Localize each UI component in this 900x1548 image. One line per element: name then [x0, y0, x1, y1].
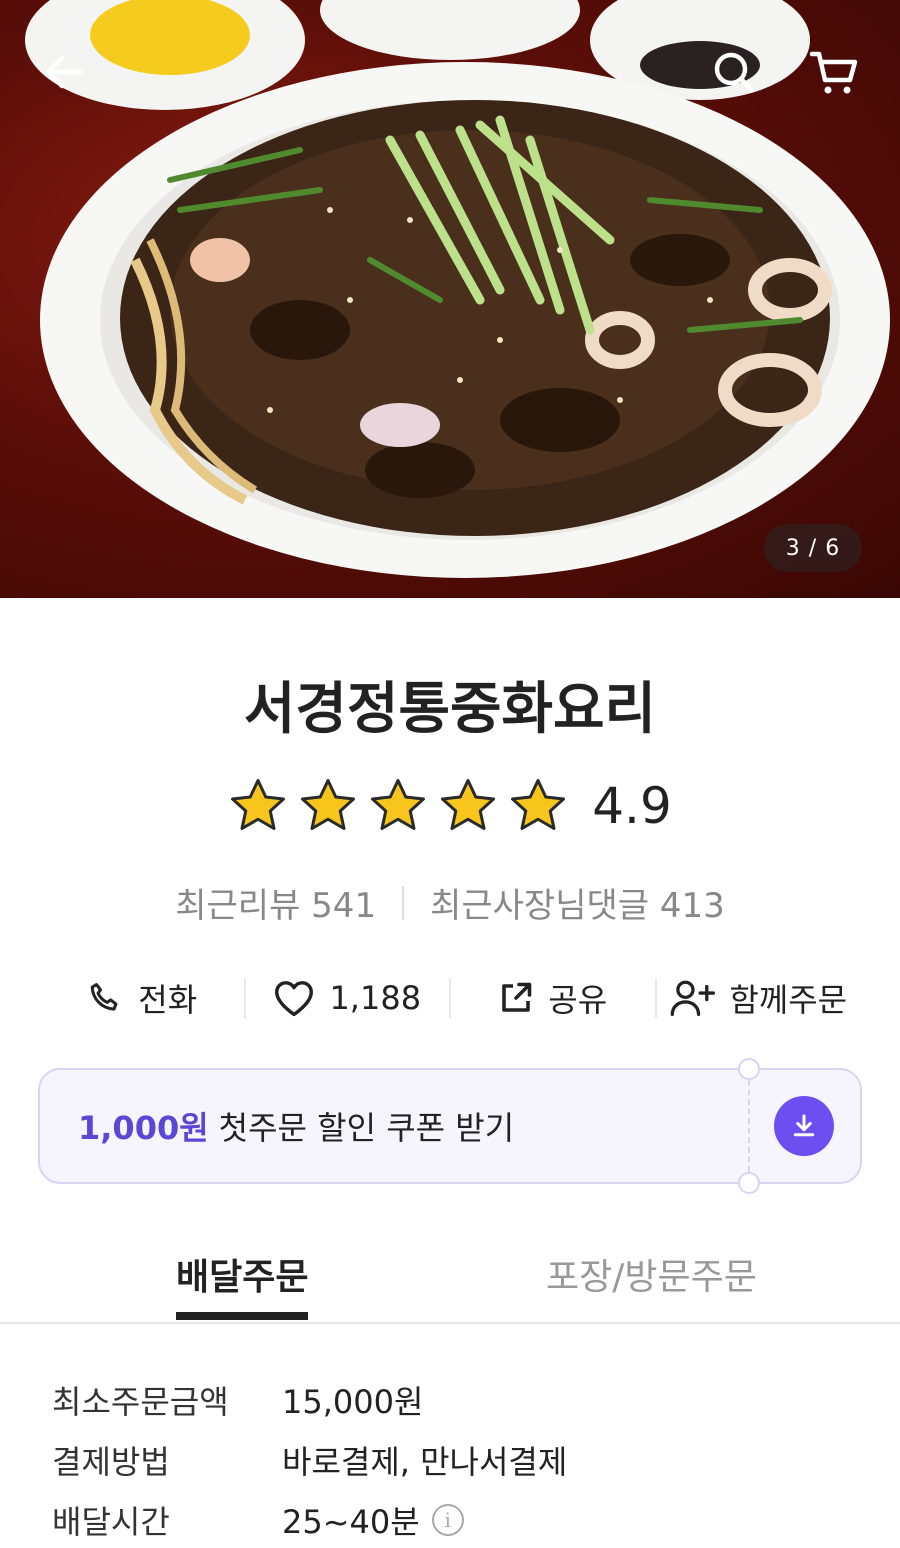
coupon-banner[interactable]: 1,000원 첫주문 할인 쿠폰 받기 — [38, 1058, 862, 1194]
share-label: 공유 — [548, 981, 608, 1019]
info-label: 배달시간 — [52, 1503, 170, 1541]
divider — [402, 885, 405, 920]
share-icon — [502, 982, 532, 1012]
add-user-icon — [671, 980, 716, 1017]
group-order-label: 함께주문 — [729, 981, 848, 1019]
delivery-time-value: 25~40분 — [282, 1503, 420, 1541]
star-icon — [441, 779, 496, 830]
rating-value: 4.9 — [592, 777, 672, 835]
back-button[interactable] — [36, 44, 92, 100]
search-button[interactable] — [706, 44, 762, 100]
star-rating — [228, 776, 568, 836]
coupon-amount: 1,000원 — [78, 1109, 209, 1147]
info-row-delivery-time: 배달시간 25~40분 i — [52, 1490, 567, 1548]
coupon-download-button[interactable] — [774, 1096, 834, 1156]
call-label: 전화 — [138, 981, 198, 1019]
info-label: 결제방법 — [52, 1443, 170, 1481]
arrow-left-icon — [45, 55, 83, 89]
info-label: 최소주문금액 — [52, 1383, 229, 1421]
like-button[interactable]: 1,188 — [246, 979, 450, 1017]
heart-icon — [275, 981, 314, 1017]
phone-icon — [90, 983, 118, 1011]
tab-pickup[interactable]: 포장/방문주문 — [546, 1248, 757, 1300]
cart-icon — [809, 51, 858, 94]
tab-delivery[interactable]: 배달주문 — [176, 1248, 309, 1320]
info-row-payment: 결제방법 바로결제, 만나서결제 — [52, 1430, 567, 1490]
call-button[interactable]: 전화 — [40, 975, 244, 1021]
review-summary: 최근리뷰 541 최근사장님댓글 413 — [0, 878, 900, 927]
like-count: 1,188 — [329, 979, 422, 1017]
coupon-description: 첫주문 할인 쿠폰 받기 — [218, 1109, 515, 1147]
coupon-notch — [738, 1058, 760, 1080]
coupon-perforation — [748, 1080, 750, 1172]
search-icon — [714, 52, 755, 93]
star-icon — [301, 779, 356, 830]
share-button[interactable]: 공유 — [451, 975, 655, 1021]
info-icon[interactable]: i — [431, 1504, 464, 1536]
action-bar: 전화 1,188 공유 함께주문 — [40, 968, 860, 1028]
order-type-tabs: 배달주문 포장/방문주문 — [0, 1240, 900, 1324]
rating-row[interactable]: 4.9 — [0, 776, 900, 836]
star-icon — [511, 779, 566, 830]
recent-reviews-link[interactable]: 최근리뷰 541 — [175, 878, 376, 927]
owner-replies-link[interactable]: 최근사장님댓글 413 — [430, 878, 725, 927]
cart-button[interactable] — [806, 44, 862, 100]
coupon-text: 1,000원 첫주문 할인 쿠폰 받기 — [78, 1070, 514, 1182]
download-icon — [793, 1114, 815, 1137]
dish-illustration — [25, 0, 890, 578]
coupon-notch — [738, 1172, 760, 1194]
group-order-button[interactable]: 함께주문 — [657, 975, 861, 1021]
star-icon — [371, 779, 426, 830]
photo-counter: 3 / 6 — [764, 524, 862, 572]
info-value: 15,000원 — [282, 1383, 424, 1421]
info-value: 25~40분 i — [282, 1497, 464, 1543]
info-row-min-order: 최소주문금액 15,000원 — [52, 1370, 567, 1430]
info-value: 바로결제, 만나서결제 — [282, 1443, 568, 1481]
hero-photo[interactable]: 3 / 6 — [0, 0, 900, 598]
delivery-info: 최소주문금액 15,000원 결제방법 바로결제, 만나서결제 배달시간 25~… — [52, 1370, 567, 1548]
star-icon — [231, 779, 286, 830]
store-name: 서경정통중화요리 — [243, 677, 657, 742]
